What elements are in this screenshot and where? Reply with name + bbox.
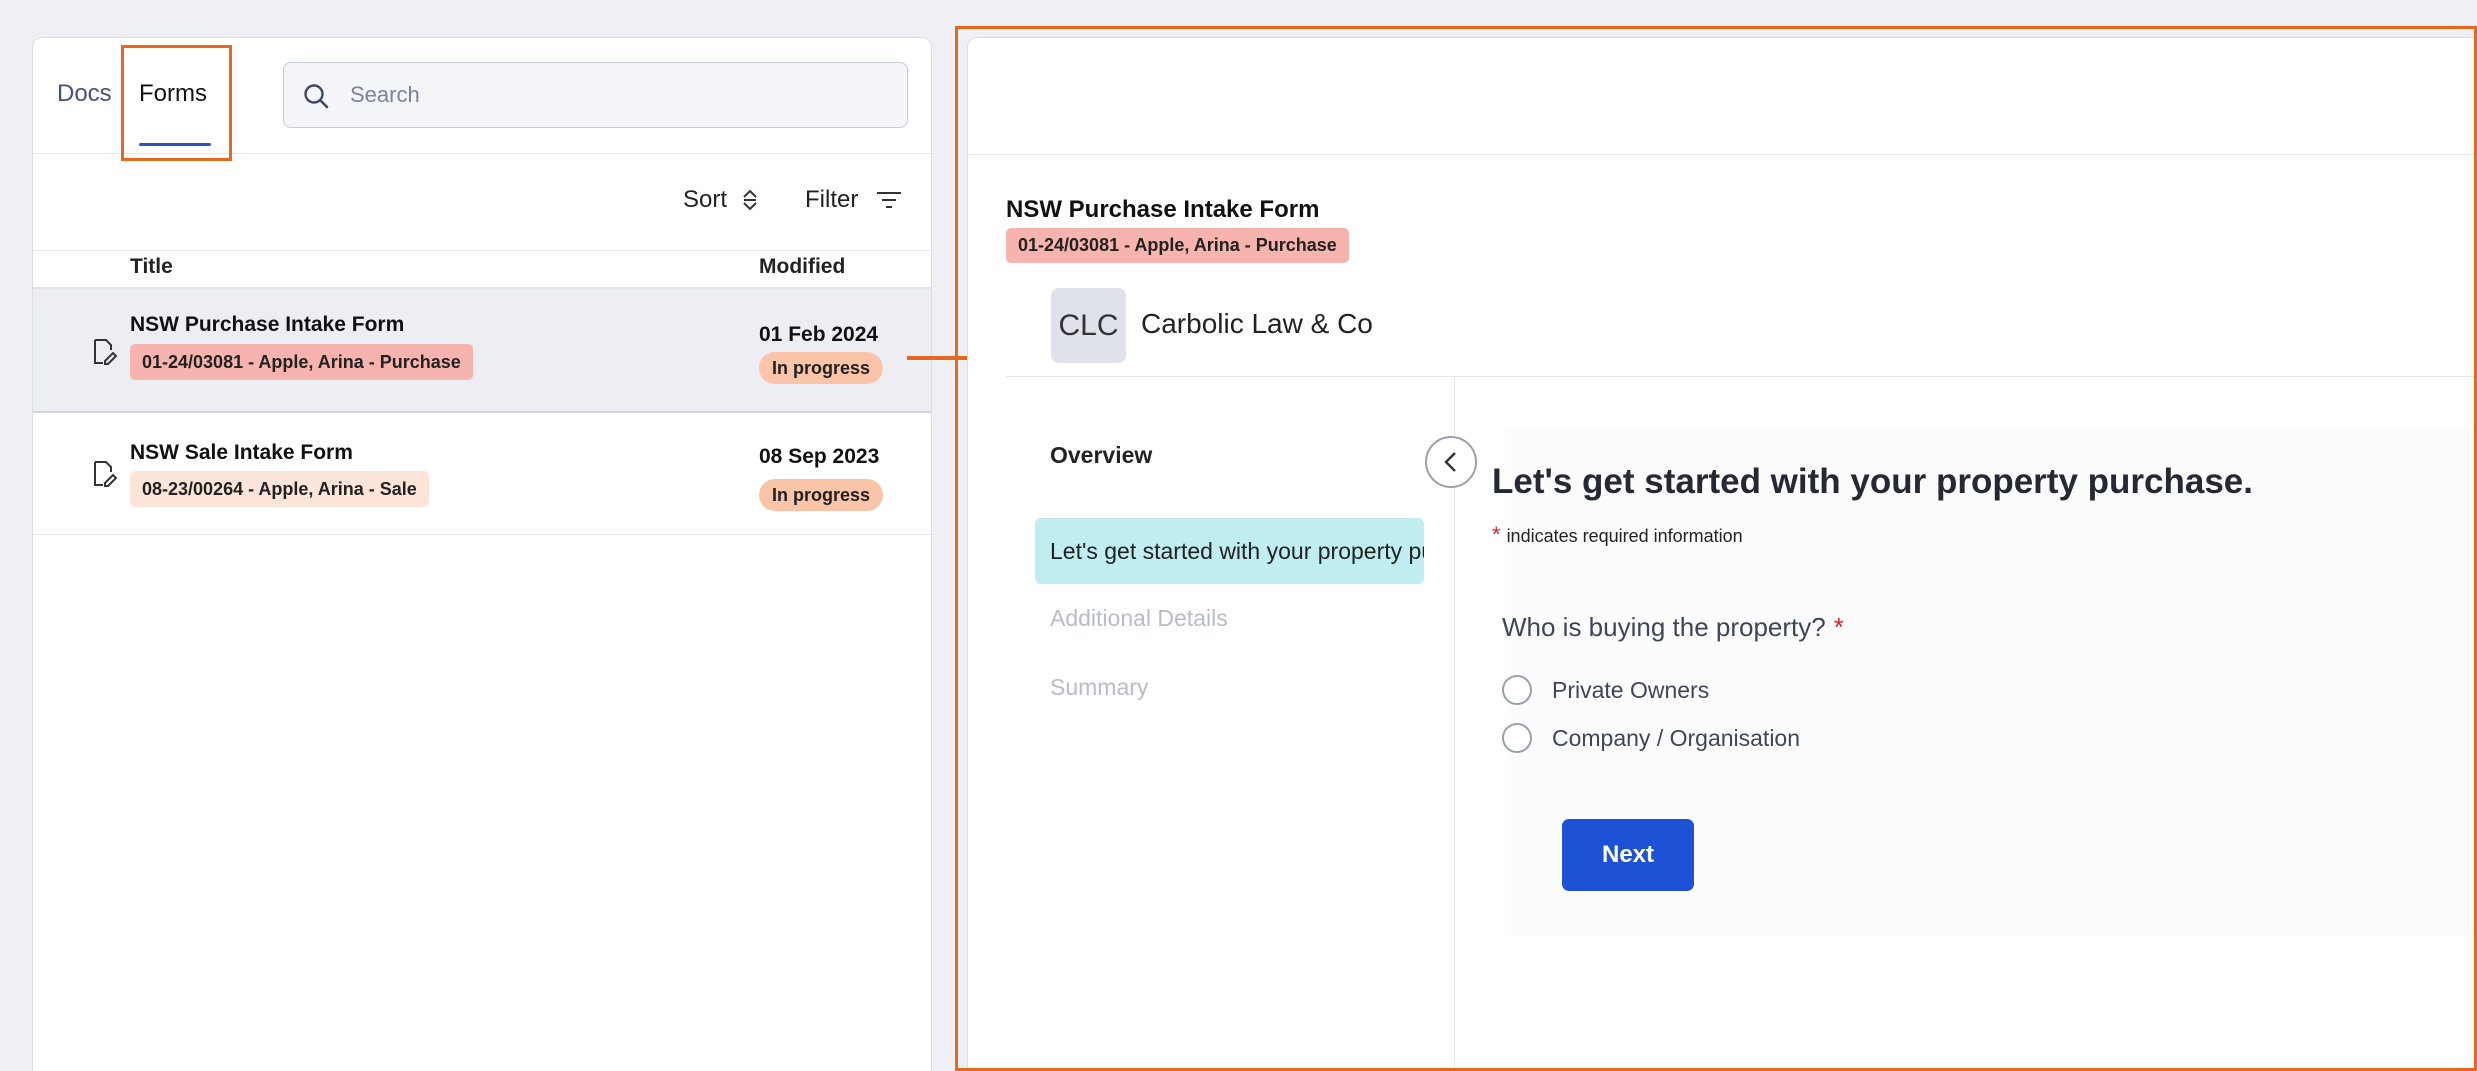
form-edit-icon xyxy=(94,461,118,487)
sort-label: Sort xyxy=(683,186,728,213)
status-badge: In progress xyxy=(759,479,884,511)
status-badge: In progress xyxy=(759,352,884,384)
tab-forms[interactable]: Forms xyxy=(139,80,207,108)
search-box xyxy=(283,62,908,128)
row-modified-date: 01 Feb 2024 xyxy=(759,323,879,346)
active-tab-indicator xyxy=(139,143,211,146)
required-note-text: indicates required information xyxy=(1506,526,1743,546)
required-note: * indicates required information xyxy=(1492,522,1743,548)
step-item-summary[interactable]: Summary xyxy=(1050,674,1148,701)
question-label: Who is buying the property? * xyxy=(1502,612,1844,643)
required-asterisk: * xyxy=(1492,522,1501,547)
matter-tag: 01-24/03081 - Apple, Arina - Purchase xyxy=(1006,228,1349,263)
table-header: Title Modified xyxy=(33,251,931,289)
radio-button[interactable] xyxy=(1502,723,1532,753)
column-header-title[interactable]: Title xyxy=(130,255,173,279)
radio-private-owners[interactable]: Private Owners xyxy=(1502,675,1709,705)
step-item-additional-details[interactable]: Additional Details xyxy=(1050,605,1228,632)
row-title: NSW Purchase Intake Form xyxy=(130,313,405,336)
required-asterisk: * xyxy=(1833,612,1844,642)
header-divider xyxy=(968,154,2477,155)
radio-label: Company / Organisation xyxy=(1552,724,1801,751)
sort-filter-bar: Sort Filter xyxy=(33,154,931,251)
matter-tag: 01-24/03081 - Apple, Arina - Purchase xyxy=(130,344,473,380)
question-text: Who is buying the property? xyxy=(1502,612,1826,642)
chevron-left-icon xyxy=(1444,452,1456,472)
column-header-modified[interactable]: Modified xyxy=(759,255,845,279)
next-button[interactable]: Next xyxy=(1562,819,1694,891)
filter-button[interactable]: Filter xyxy=(805,186,902,214)
search-input[interactable] xyxy=(350,63,890,127)
filter-icon xyxy=(877,192,902,208)
sort-icon xyxy=(743,189,757,211)
table-row[interactable]: NSW Purchase Intake Form 01-24/03081 - A… xyxy=(33,289,931,413)
collapse-sidebar-button[interactable] xyxy=(1425,436,1477,488)
filter-label: Filter xyxy=(805,186,859,213)
firm-logo: CLC xyxy=(1051,288,1126,363)
table-row[interactable]: NSW Sale Intake Form 08-23/00264 - Apple… xyxy=(33,415,931,535)
step-item-get-started[interactable]: Let's get started with your property pur… xyxy=(1035,518,1424,584)
sort-button[interactable]: Sort xyxy=(683,186,759,214)
form-edit-icon xyxy=(94,339,118,365)
overview-label: Overview xyxy=(1050,442,1153,468)
tab-bar: Docs Forms xyxy=(33,38,931,161)
form-preview-panel: NSW Purchase Intake Form 01-24/03081 - A… xyxy=(967,37,2477,1071)
section-heading: Let's get started with your property pur… xyxy=(1492,462,2253,501)
form-title: NSW Purchase Intake Form xyxy=(1006,196,1320,223)
firm-name: Carbolic Law & Co xyxy=(1141,308,1373,339)
matter-tag: 08-23/00264 - Apple, Arina - Sale xyxy=(130,471,429,507)
radio-company-organisation[interactable]: Company / Organisation xyxy=(1502,723,1800,753)
tab-docs[interactable]: Docs xyxy=(57,80,112,108)
radio-label: Private Owners xyxy=(1552,676,1710,703)
steps-sidebar: Overview Let's get started with your pro… xyxy=(968,377,1455,1071)
row-modified-date: 08 Sep 2023 xyxy=(759,445,880,468)
radio-button[interactable] xyxy=(1502,675,1532,705)
forms-list-panel: Docs Forms Sort Filter xyxy=(32,37,932,1071)
search-icon xyxy=(304,84,329,109)
row-title: NSW Sale Intake Form xyxy=(130,441,353,464)
